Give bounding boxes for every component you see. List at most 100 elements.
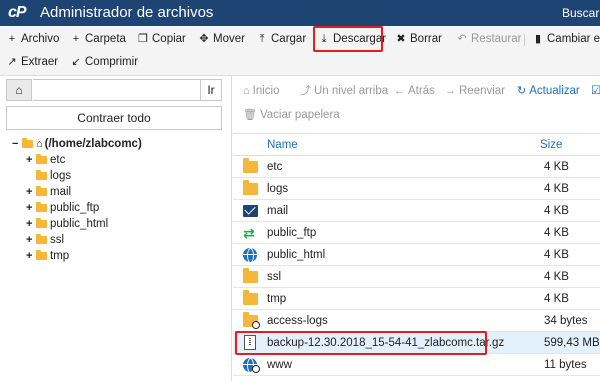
folder-icon [243,158,258,173]
tree-root[interactable]: − ⌂ (/home/zlabcomc) [12,136,142,152]
table-row[interactable]: tmp 4 KB [233,288,600,310]
expand-toggle-icon[interactable]: + [26,200,36,216]
folder-icon [22,138,33,148]
delete-icon: ✖ [396,33,406,45]
column-header-size[interactable]: Size [540,134,562,156]
app-header: cP Administrador de archivos Buscar [0,0,600,26]
plus-icon: + [72,33,80,45]
move-icon: ✥ [199,33,209,45]
restore-button[interactable]: ↶ Restaurar [456,28,521,50]
column-header-name[interactable]: Name [267,134,298,156]
expand-toggle-icon[interactable]: + [26,248,36,264]
directory-panel: ⌂ Ir Contraer todo − ⌂ (/home/zlabcomc) + e… [0,76,232,381]
table-header: Name Size [233,134,600,156]
folder-icon [36,218,47,228]
file-size: 4 KB [544,227,569,239]
tree-item-public-html[interactable]: + public_html [26,216,108,232]
extract-icon: ↗ [7,56,17,68]
download-highlight [313,26,383,52]
toolbar: + Archivo + Carpeta ❐ Copiar ✥ Mover ⤒ Cargar… [0,26,600,76]
file-size: 4 KB [544,161,569,173]
cpanel-logo[interactable]: cP [8,4,27,22]
tree-item-etc[interactable]: + etc [26,152,65,168]
file-name: public_ftp [267,227,317,239]
arrow-left-icon: ← [394,85,405,97]
tree-item-ssl[interactable]: + ssl [26,232,64,248]
file-size: 4 KB [544,293,569,305]
file-name: access-logs [267,315,328,327]
copy-button[interactable]: ❐ Copiar [137,28,186,50]
collapse-toggle-icon[interactable]: − [12,136,22,152]
expand-toggle-icon[interactable]: + [26,232,36,248]
collapse-all-button[interactable]: Contraer todo [6,106,222,130]
table-row[interactable]: access-logs 34 bytes [233,310,600,332]
table-row[interactable]: mail 4 KB [233,200,600,222]
folder-icon [36,170,47,180]
folder-icon [36,202,47,212]
file-name: etc [267,161,283,173]
table-row[interactable]: ssl 4 KB [233,266,600,288]
folder-icon [36,154,47,164]
table-row[interactable]: www 11 bytes [233,354,600,376]
file-size: 11 bytes [544,359,587,371]
file-size: 4 KB [544,271,569,283]
compress-button[interactable]: ↙ Comprimir [70,51,138,73]
file-size: 34 bytes [544,315,588,327]
expand-toggle-icon[interactable]: + [26,184,36,200]
file-size: 4 KB [544,249,569,261]
symlink-icon [252,365,260,373]
nav-refresh-button[interactable]: ↻ Actualizar [517,82,580,100]
expand-toggle-icon[interactable]: + [26,152,36,168]
new-file-button[interactable]: + Archivo [6,28,60,50]
arrow-right-icon: → [445,85,456,97]
home-button[interactable]: ⌂ [6,79,32,101]
file-name: ssl [267,271,282,283]
nav-home-button[interactable]: ⌂ Inicio [243,82,280,100]
path-input[interactable] [33,79,200,101]
restore-icon: ↶ [457,33,467,45]
extract-button[interactable]: ↗ Extraer [6,51,58,73]
globe-icon [243,248,257,263]
file-size: 4 KB [544,183,569,195]
select-all-checkbox-icon[interactable]: ☑ [591,82,600,100]
mail-icon [243,205,258,217]
nav-back-button[interactable]: ← Atrás [394,82,435,100]
rename-button[interactable]: ▮Cambiar el n [532,28,600,50]
go-button[interactable]: Ir [200,79,222,101]
search-link[interactable]: Buscar [562,6,599,20]
nav-up-button[interactable]: ⤴ Un nivel arriba [300,82,388,100]
nav-forward-button[interactable]: → Reenviar [445,82,505,100]
tree-item-mail[interactable]: + mail [26,184,71,200]
table-row[interactable]: logs 4 KB [233,178,600,200]
move-button[interactable]: ✥ Mover [198,28,245,50]
expand-toggle-icon[interactable]: + [26,216,36,232]
copy-icon: ❐ [138,33,148,45]
file-list-panel: ⌂ Inicio ⤴ Un nivel arriba ← Atrás → Reenvia… [233,76,600,381]
table-row[interactable]: ⇄ public_ftp 4 KB [233,222,600,244]
upload-icon: ⤒ [259,33,265,45]
delete-button[interactable]: ✖ Borrar [395,28,442,50]
new-folder-button[interactable]: + Carpeta [70,28,126,50]
plus-icon: + [8,33,16,45]
folder-icon [36,234,47,244]
level-up-icon: ⤴ [300,85,311,97]
file-name: www [267,359,292,371]
rename-icon: ▮ [534,33,542,45]
folder-icon [243,290,258,305]
empty-trash-button[interactable]: 🗑 Vaciar papelera [243,106,340,124]
navigation-bar: ⌂ Inicio ⤴ Un nivel arriba ← Atrás → Reenvia… [233,76,600,126]
upload-button[interactable]: ⤒ Cargar [256,28,307,50]
tree-item-public-ftp[interactable]: + public_ftp [26,200,99,216]
folder-icon [243,180,258,195]
home-icon: ⌂ [15,83,23,97]
table-row[interactable]: etc 4 KB [233,156,600,178]
tree-item-logs[interactable]: logs [26,168,71,184]
file-name: mail [267,205,289,217]
file-table: Name Size etc 4 KB logs 4 KB mail 4 KB ⇄… [233,133,600,376]
folder-icon [36,250,47,260]
table-row[interactable]: public_html 4 KB [233,244,600,266]
toolbar-divider [524,34,525,46]
home-icon: ⌂ [243,85,250,97]
tree-item-tmp[interactable]: + tmp [26,248,69,264]
file-name: public_html [267,249,326,261]
